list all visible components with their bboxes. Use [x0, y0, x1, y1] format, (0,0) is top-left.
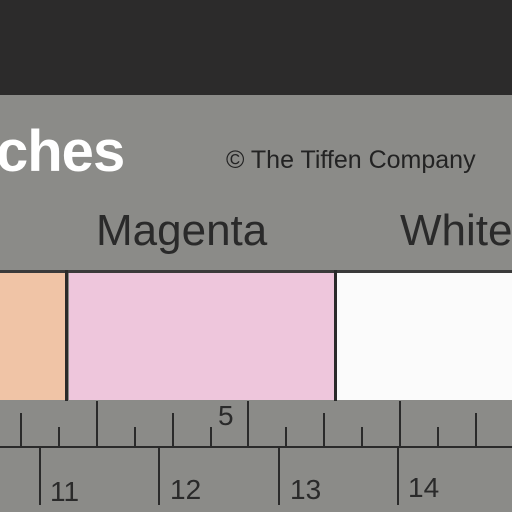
swatch-label-white: White [400, 206, 512, 255]
inch-tick [247, 401, 250, 447]
inch-tick [474, 413, 477, 447]
swatch-divider [65, 270, 68, 401]
dark-background [0, 0, 512, 96]
ruler-baseline [0, 446, 512, 448]
cm-tick [158, 447, 160, 505]
swatch-label-magenta: Magenta [96, 206, 268, 255]
cm-tick [397, 447, 399, 505]
inch-tick [361, 427, 364, 447]
inch-tick [171, 413, 174, 447]
inch-tick [436, 427, 439, 447]
cm-label: 11 [50, 476, 80, 507]
cm-label: 14 [408, 472, 440, 503]
swatch-magenta [69, 273, 334, 400]
swatch-divider [334, 270, 337, 401]
swatch-white [337, 273, 512, 400]
cm-label: 12 [170, 474, 202, 505]
cm-tick [39, 447, 41, 505]
inch-tick [209, 427, 212, 447]
inch-tick [399, 401, 401, 447]
inch-tick [285, 427, 288, 447]
inch-label: 5 [218, 400, 234, 431]
cm-label: 13 [290, 474, 322, 505]
inch-tick [20, 413, 22, 447]
inch-tick [133, 427, 136, 447]
chart-title: ches [0, 119, 125, 184]
inch-tick [57, 427, 60, 447]
cm-tick [278, 447, 280, 505]
copyright-text: © The Tiffen Company [226, 146, 476, 174]
inch-tick [95, 401, 98, 447]
swatch-orange [0, 273, 66, 400]
inch-tick [323, 413, 326, 447]
